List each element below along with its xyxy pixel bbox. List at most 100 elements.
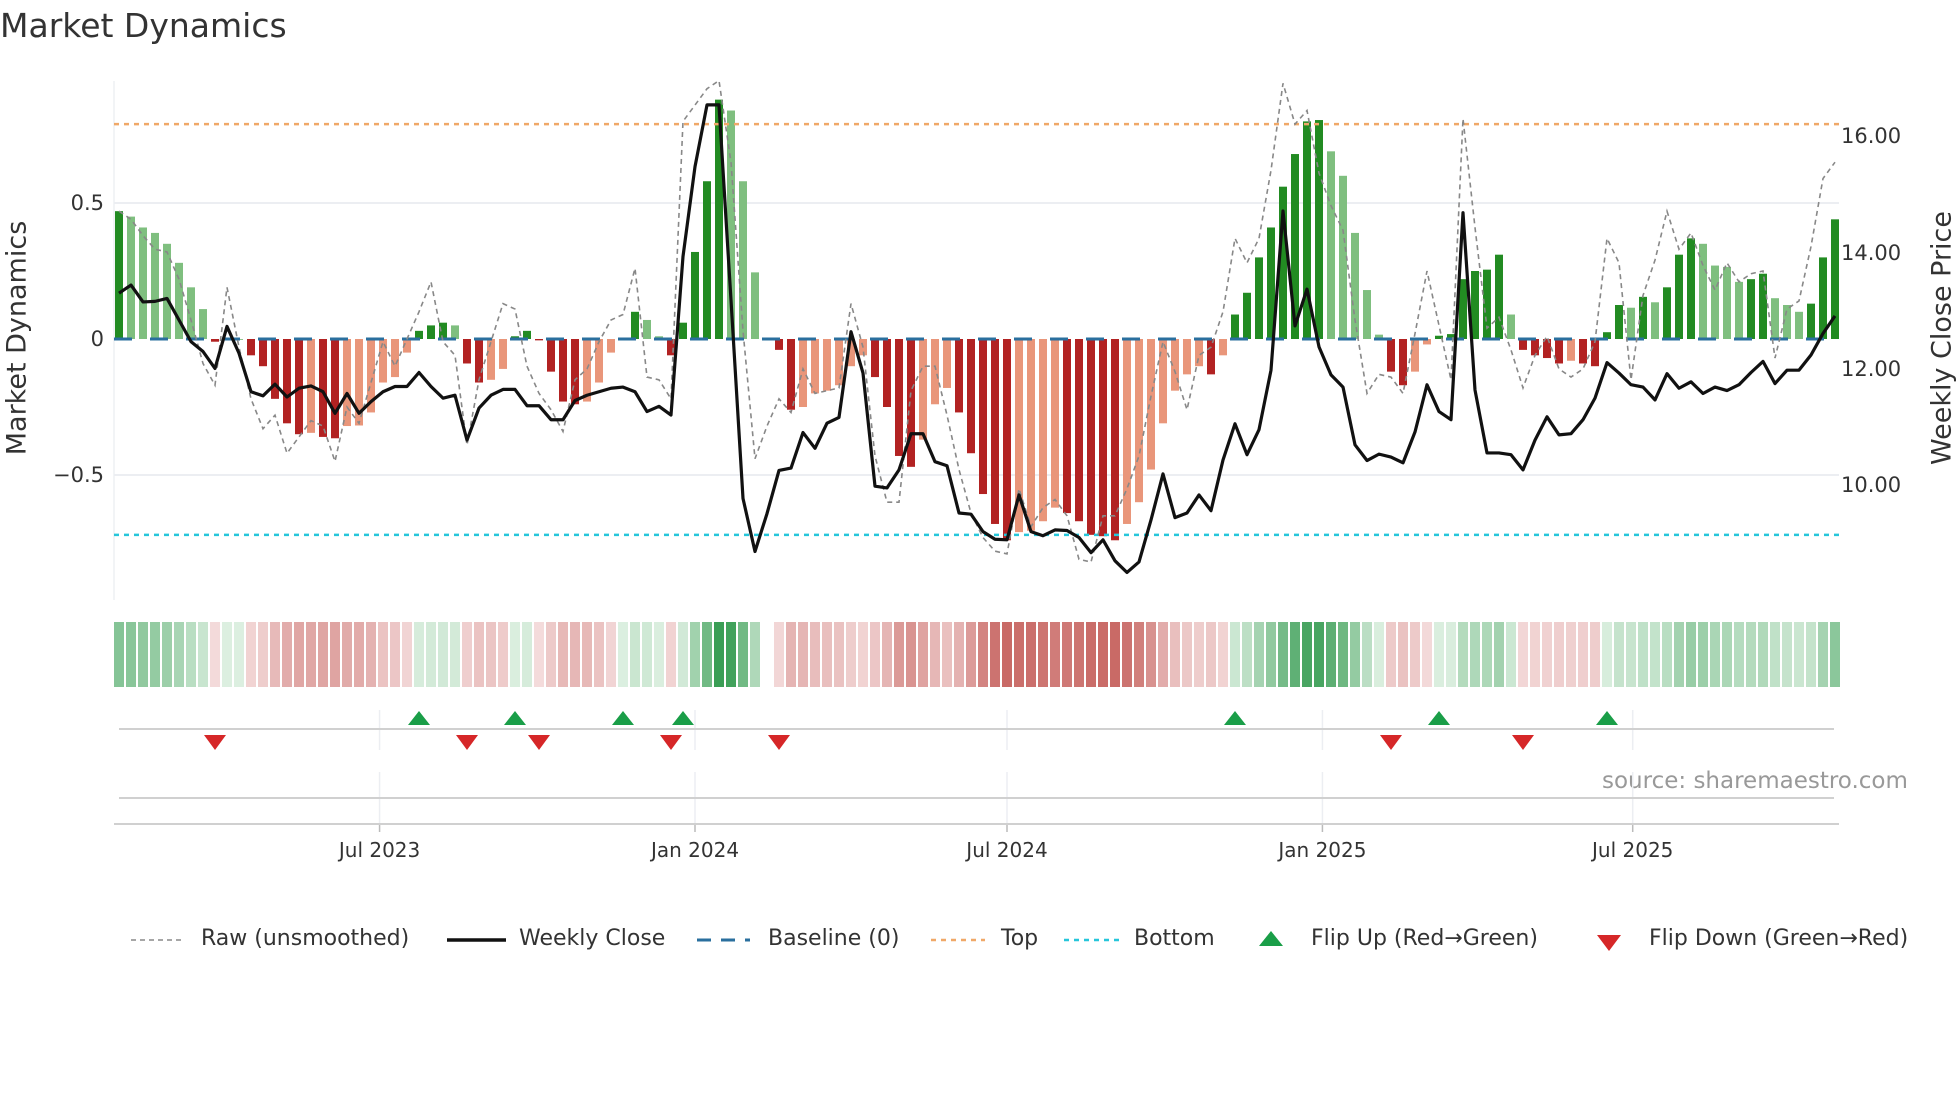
momentum-bar (379, 339, 387, 383)
regime-heatmap-cell (1782, 622, 1792, 687)
regime-heatmap-cell (1290, 622, 1300, 687)
regime-heatmap-cell (162, 622, 172, 687)
regime-heatmap-cell (414, 622, 424, 687)
momentum-bar (607, 339, 615, 353)
regime-heatmap-cell (570, 622, 580, 687)
regime-heatmap-cell (654, 622, 664, 687)
momentum-bar (1207, 339, 1215, 375)
regime-heatmap-cell (1650, 622, 1660, 687)
regime-heatmap-cell (1374, 622, 1384, 687)
momentum-bar (283, 339, 291, 424)
regime-heatmap-cell (306, 622, 316, 687)
regime-heatmap-cell (126, 622, 136, 687)
flip-down-marker (204, 735, 226, 750)
regime-heatmap-cell (1134, 622, 1144, 687)
momentum-bar (1639, 296, 1647, 339)
momentum-bar (199, 309, 207, 339)
momentum-bar (1387, 339, 1395, 372)
flip-down-marker (456, 735, 478, 750)
momentum-bar (1747, 279, 1755, 339)
regime-heatmap-cell (1230, 622, 1240, 687)
regime-heatmap-cell (114, 622, 124, 687)
regime-heatmap-cell (1590, 622, 1600, 687)
regime-heatmap-cell (330, 622, 340, 687)
regime-heatmap-cell (1278, 622, 1288, 687)
regime-heatmap-cell (774, 622, 784, 687)
momentum-bar (259, 339, 267, 367)
momentum-bar (271, 339, 279, 399)
momentum-bar (631, 311, 639, 339)
momentum-bar (1087, 339, 1095, 535)
momentum-bar (115, 211, 123, 339)
regime-heatmap-cell (522, 622, 532, 687)
flip-up-marker (1428, 711, 1450, 725)
regime-heatmap-cell (642, 622, 652, 687)
momentum-bar (643, 319, 651, 339)
regime-heatmap-cell (210, 622, 220, 687)
raw-series-line (118, 79, 1836, 563)
regime-heatmap-cell (222, 622, 232, 687)
momentum-bar (343, 339, 351, 427)
regime-heatmap-cell (366, 622, 376, 687)
regime-heatmap-cell (834, 622, 844, 687)
regime-heatmap-cell (1710, 622, 1720, 687)
regime-heatmap-cell (618, 622, 628, 687)
regime-heatmap-cell (270, 622, 280, 687)
regime-heatmap-cell (138, 622, 148, 687)
regime-heatmap-cell (1326, 622, 1336, 687)
regime-heatmap-cell (1830, 622, 1840, 687)
regime-heatmap-cell (1698, 622, 1708, 687)
regime-heatmap-cell (1050, 622, 1060, 687)
regime-heatmap-cell (1110, 622, 1120, 687)
regime-heatmap-cell (1602, 622, 1612, 687)
regime-heatmap-cell (1794, 622, 1804, 687)
momentum-bar (1675, 254, 1683, 339)
regime-heatmap-cell (354, 622, 364, 687)
regime-heatmap-cell (1014, 622, 1024, 687)
regime-heatmap-cell (666, 622, 676, 687)
regime-heatmap-cell (402, 622, 412, 687)
momentum-bar (319, 339, 327, 437)
momentum-bar (1063, 339, 1071, 514)
momentum-bar (1075, 339, 1083, 522)
momentum-bar (1735, 281, 1743, 339)
regime-heatmap-cell (510, 622, 520, 687)
regime-heatmap-cell (930, 622, 940, 687)
regime-heatmap-cell (1758, 622, 1768, 687)
momentum-bar (679, 322, 687, 339)
momentum-bar (1231, 314, 1239, 339)
momentum-bar (1567, 339, 1575, 361)
momentum-bar (1255, 257, 1263, 339)
momentum-bar (811, 339, 819, 394)
regime-heatmap-cell (378, 622, 388, 687)
momentum-bar (955, 339, 963, 413)
momentum-bar (595, 339, 603, 383)
regime-heatmap-cell (1818, 622, 1828, 687)
regime-heatmap-cell (1350, 622, 1360, 687)
regime-heatmap-cell (1122, 622, 1132, 687)
regime-heatmap-cell (1578, 622, 1588, 687)
regime-heatmap-cell (1170, 622, 1180, 687)
momentum-bar (391, 339, 399, 378)
regime-heatmap-cell (582, 622, 592, 687)
regime-heatmap-cell (1158, 622, 1168, 687)
regime-heatmap-cell (1386, 622, 1396, 687)
momentum-bar (1027, 339, 1035, 531)
momentum-bar (1315, 120, 1323, 339)
regime-heatmap-cell (1638, 622, 1648, 687)
regime-heatmap-cell (978, 622, 988, 687)
regime-heatmap-cell (1362, 622, 1372, 687)
regime-heatmap-cell (918, 622, 928, 687)
momentum-bar (163, 243, 171, 339)
regime-heatmap-cell (246, 622, 256, 687)
momentum-bar (691, 251, 699, 339)
regime-heatmap-cell (1722, 622, 1732, 687)
regime-heatmap-cell (954, 622, 964, 687)
momentum-bar (1759, 273, 1767, 339)
regime-heatmap-cell (1338, 622, 1348, 687)
momentum-bar (1507, 314, 1515, 339)
momentum-bar (1219, 339, 1227, 356)
momentum-bar (1663, 287, 1671, 339)
momentum-bar (1687, 238, 1695, 339)
regime-heatmap-cell (990, 622, 1000, 687)
